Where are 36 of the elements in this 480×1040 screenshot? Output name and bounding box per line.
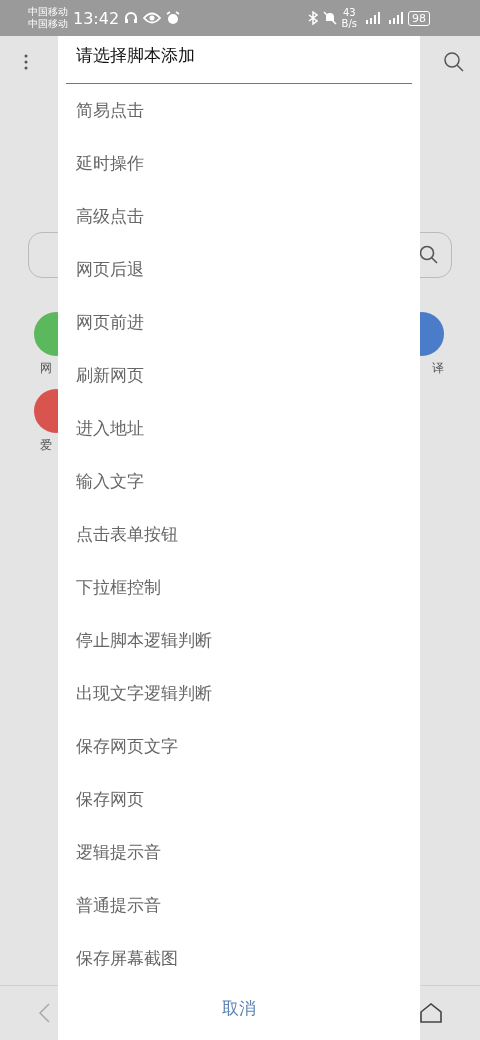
net-unit: B/s [341, 18, 357, 29]
script-option[interactable]: 保存网页 [58, 773, 420, 826]
script-option[interactable]: 进入地址 [58, 402, 420, 455]
search-icon[interactable] [419, 245, 439, 265]
shortcut-label: 网 [39, 360, 52, 377]
script-option[interactable]: 输入文字 [58, 455, 420, 508]
script-option[interactable]: 停止脚本逻辑判断 [58, 614, 420, 667]
clock: 13:42 [73, 8, 120, 28]
home-icon[interactable] [420, 1003, 442, 1023]
script-option[interactable]: 点击表单按钮 [58, 508, 420, 561]
battery-level: 98 [408, 10, 430, 26]
script-option[interactable]: 逻辑提示音 [58, 826, 420, 879]
bell-off-icon [322, 11, 337, 25]
script-option[interactable]: 下拉框控制 [58, 561, 420, 614]
script-option[interactable]: 延时操作 [58, 137, 420, 190]
net-speed: 43 [342, 7, 356, 18]
shortcut-label: 译 [432, 360, 444, 377]
shortcut-label: 爱 [39, 437, 52, 454]
script-option[interactable]: 高级点击 [58, 190, 420, 243]
script-option[interactable]: 保存网页文字 [58, 720, 420, 773]
script-option[interactable]: 保存屏幕截图 [58, 932, 420, 985]
script-option[interactable]: 出现文字逻辑判断 [58, 667, 420, 720]
script-option[interactable]: 网页前进 [58, 296, 420, 349]
more-icon[interactable] [24, 54, 28, 70]
dialog-title: 请选择脚本添加 [75, 44, 196, 67]
search-icon[interactable] [444, 52, 464, 72]
alarm-icon [166, 11, 181, 25]
headphones-icon [124, 11, 139, 25]
carrier-name: 中国移动 [28, 18, 68, 30]
carrier-name: 中国移动 [28, 6, 68, 18]
script-option[interactable]: 刷新网页 [58, 349, 420, 402]
script-option[interactable]: 简易点击 [58, 84, 420, 137]
script-option[interactable]: 普通提示音 [58, 879, 420, 932]
eye-icon [143, 12, 162, 24]
bluetooth-icon [307, 11, 318, 25]
script-option[interactable]: 网页后退 [58, 243, 420, 296]
